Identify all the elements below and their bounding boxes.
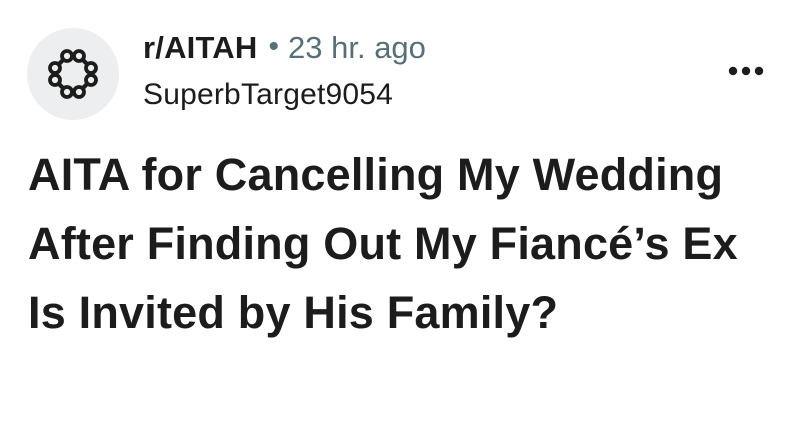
overflow-menu-button[interactable] (726, 58, 766, 84)
subreddit-avatar-icon (48, 49, 98, 99)
meta-separator: • (268, 30, 280, 63)
author-username[interactable]: SuperbTarget9054 (143, 78, 426, 112)
post-card: r/AITAH • 23 hr. ago SuperbTarget9054 AI… (0, 0, 800, 427)
post-meta: r/AITAH • 23 hr. ago SuperbTarget9054 (143, 30, 426, 112)
post-title[interactable]: AITA for Cancelling My Wedding After Fin… (28, 140, 773, 347)
post-timestamp: 23 hr. ago (288, 30, 426, 65)
overflow-menu-icon (728, 66, 764, 76)
post-meta-line: r/AITAH • 23 hr. ago (143, 30, 426, 74)
subreddit-link[interactable]: r/AITAH (143, 30, 258, 66)
subreddit-avatar[interactable] (27, 28, 119, 120)
